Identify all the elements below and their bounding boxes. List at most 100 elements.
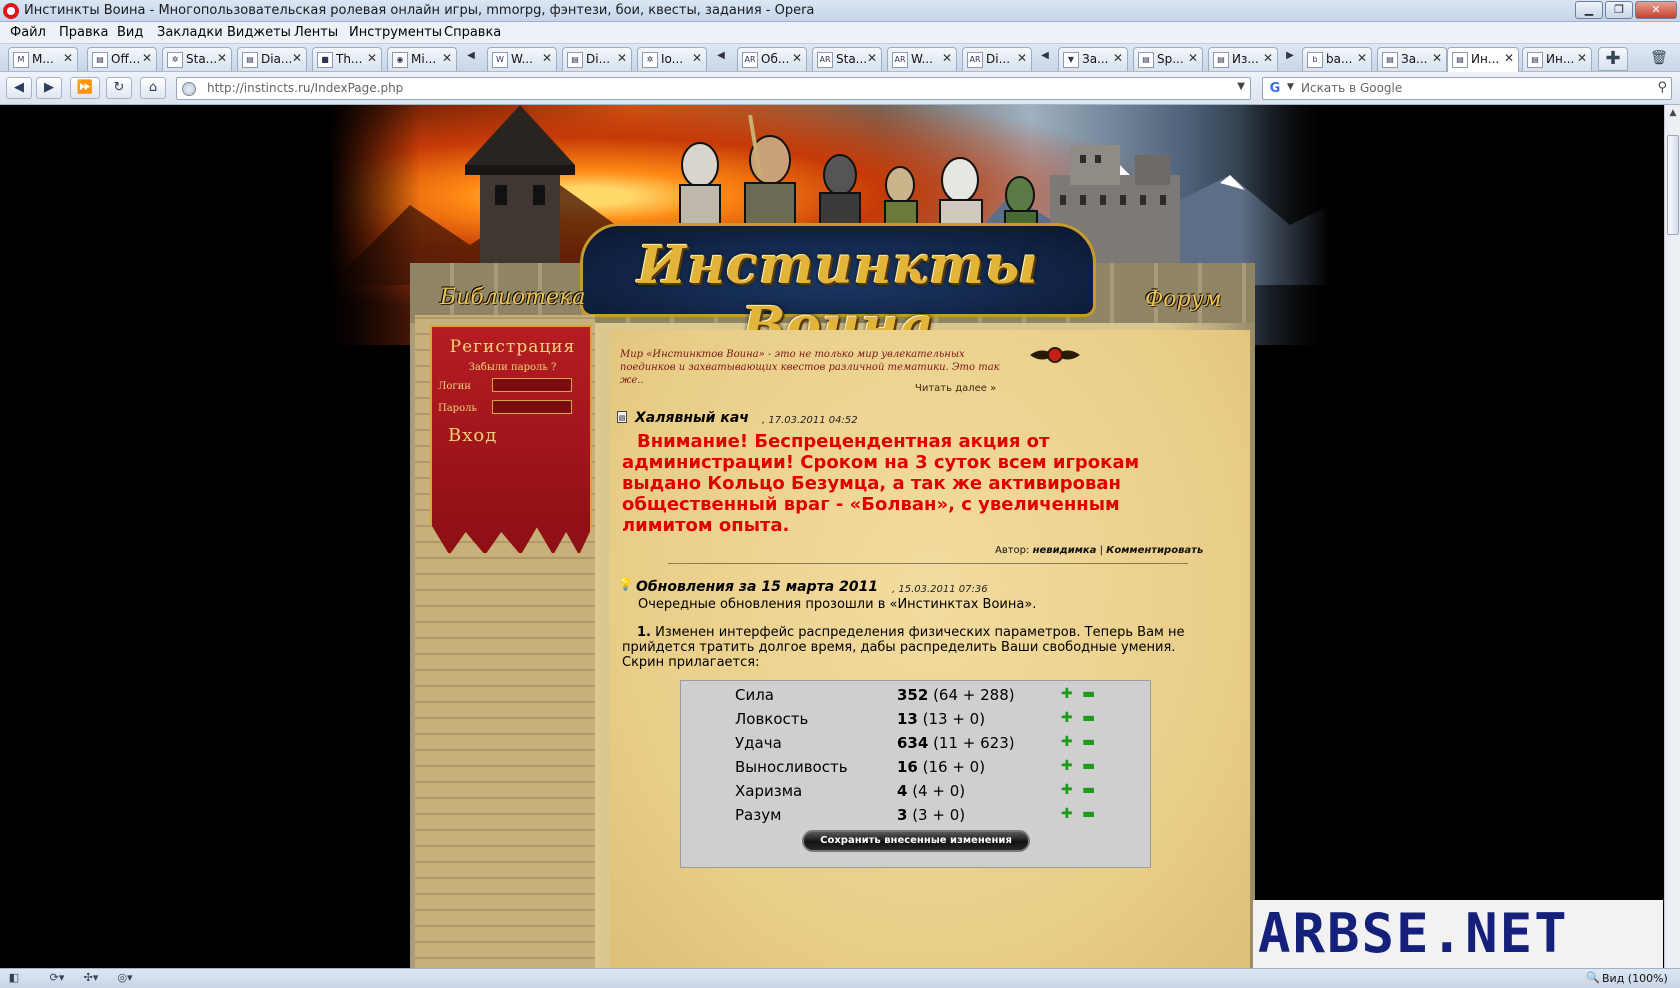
zoom-level[interactable]: Вид (100%)	[1602, 972, 1668, 985]
plus-icon[interactable]: ✚	[1061, 782, 1073, 798]
search-engine-dropdown-icon[interactable]: ▼	[1287, 82, 1294, 92]
minus-icon[interactable]: ▬	[1082, 734, 1095, 750]
save-stats-button[interactable]: Сохранить внесенные изменения	[802, 830, 1030, 852]
scrollbar-thumb[interactable]	[1667, 135, 1679, 235]
fast-forward-button[interactable]: ⏩	[70, 77, 100, 99]
tab[interactable]: b ba... ✕	[1302, 47, 1372, 71]
tab[interactable]: ■ Th... ✕	[312, 47, 382, 71]
news-title[interactable]: Халявный кач	[635, 410, 749, 426]
tab-close-icon[interactable]: ✕	[142, 51, 152, 65]
minimize-button[interactable]: ▁	[1575, 1, 1603, 19]
tab[interactable]: W W... ✕	[487, 47, 557, 71]
tab-close-icon[interactable]: ✕	[1263, 51, 1273, 65]
url-dropdown-icon[interactable]: ▼	[1237, 81, 1245, 92]
search-icon[interactable]: ⚲	[1657, 80, 1667, 95]
read-more-link[interactable]: Читать далее »	[915, 383, 996, 394]
tab-close-icon[interactable]: ✕	[692, 51, 702, 65]
tab-close-icon[interactable]: ✕	[942, 51, 952, 65]
tab-close-icon[interactable]: ✕	[292, 51, 302, 65]
vertical-scrollbar[interactable]: ▲	[1664, 105, 1680, 968]
tab-close-icon[interactable]: ✕	[367, 51, 377, 65]
tab[interactable]: ▤ Di... ✕	[562, 47, 632, 71]
menu-tools[interactable]: Инструменты	[349, 25, 442, 40]
password-input[interactable]	[492, 400, 572, 414]
tab[interactable]: ✲ Sta... ✕	[162, 47, 232, 71]
tab[interactable]: AR Di... ✕	[962, 47, 1032, 71]
plus-icon[interactable]: ✚	[1061, 734, 1073, 750]
nav-library-link[interactable]: Библиотека	[440, 285, 585, 310]
tab[interactable]: ▼ За... ✕	[1058, 47, 1128, 71]
tab-close-icon[interactable]: ✕	[442, 51, 452, 65]
search-input[interactable]: G ▼ Искать в Google ⚲	[1262, 77, 1672, 100]
register-link[interactable]: Регистрация	[440, 337, 585, 357]
minus-icon[interactable]: ▬	[1082, 806, 1095, 822]
tab-close-icon[interactable]: ✕	[617, 51, 627, 65]
tab-active[interactable]: ▤ Ин... ✕	[1447, 47, 1519, 72]
tab-close-icon[interactable]: ✕	[1357, 51, 1367, 65]
tab[interactable]: ▤ За... ✕	[1377, 47, 1447, 71]
tab[interactable]: ▤ Sp... ✕	[1133, 47, 1203, 71]
tab-close-icon[interactable]: ✕	[1504, 51, 1514, 65]
maximize-button[interactable]: ❐	[1605, 1, 1633, 19]
plus-icon[interactable]: ✚	[1061, 710, 1073, 726]
minus-icon[interactable]: ▬	[1082, 686, 1095, 702]
tab[interactable]: AR Об... ✕	[737, 47, 807, 71]
tab[interactable]: ◉ Mi... ✕	[387, 47, 457, 71]
plus-icon[interactable]: ✚	[1061, 686, 1073, 702]
tab-scroll-left-icon[interactable]: ◀	[1040, 50, 1050, 68]
back-button[interactable]: ◀	[6, 77, 32, 99]
tab-close-icon[interactable]: ✕	[1017, 51, 1027, 65]
close-window-button[interactable]: ✕	[1635, 1, 1677, 19]
menu-widgets[interactable]: Виджеты	[227, 25, 291, 40]
google-icon[interactable]: G	[1267, 81, 1283, 97]
tab[interactable]: AR Sta... ✕	[812, 47, 882, 71]
sync-icon[interactable]: ⟳▾	[44, 971, 70, 986]
reload-button[interactable]: ↻	[106, 77, 132, 99]
turbo-icon[interactable]: ◎▾	[112, 971, 138, 986]
trash-icon[interactable]: 🗑	[1650, 50, 1668, 68]
site-logo[interactable]: Инстинкты Воина	[598, 235, 1078, 357]
forward-button[interactable]: ▶	[36, 77, 62, 99]
tab-close-icon[interactable]: ✕	[867, 51, 877, 65]
panel-toggle-icon[interactable]: ◧	[6, 971, 22, 986]
tab[interactable]: AR W... ✕	[887, 47, 957, 71]
tab-close-icon[interactable]: ✕	[542, 51, 552, 65]
menu-help[interactable]: Справка	[444, 25, 501, 40]
tab[interactable]: ▤ Ин... ✕	[1522, 47, 1592, 71]
tab-close-icon[interactable]: ✕	[792, 51, 802, 65]
url-input[interactable]: http://instincts.ru/IndexPage.php ▼	[176, 77, 1251, 100]
forgot-password-link[interactable]: Забыли пароль ?	[440, 362, 585, 373]
tab-scroll-left-icon[interactable]: ◀	[466, 50, 476, 68]
author-link[interactable]: невидимка	[1033, 545, 1097, 556]
menu-file[interactable]: Файл	[10, 25, 46, 40]
tab-close-icon[interactable]: ✕	[1188, 51, 1198, 65]
tab-close-icon[interactable]: ✕	[1577, 51, 1587, 65]
tab-scroll-right-icon[interactable]: ◀	[716, 50, 726, 68]
tab-close-icon[interactable]: ✕	[1113, 51, 1123, 65]
menu-bookmarks[interactable]: Закладки	[157, 25, 223, 40]
home-button[interactable]: ⌂	[140, 77, 166, 99]
tab[interactable]: ✲ Io... ✕	[637, 47, 707, 71]
login-input[interactable]	[492, 378, 572, 392]
tab-close-icon[interactable]: ✕	[1432, 51, 1442, 65]
minus-icon[interactable]: ▬	[1082, 782, 1095, 798]
comment-link[interactable]: Комментировать	[1106, 545, 1203, 556]
tab[interactable]: M M... ✕	[8, 47, 78, 71]
tab[interactable]: ▤ Dia... ✕	[237, 47, 307, 71]
minus-icon[interactable]: ▬	[1082, 758, 1095, 774]
minus-icon[interactable]: ▬	[1082, 710, 1095, 726]
tab-close-icon[interactable]: ✕	[217, 51, 227, 65]
news-title[interactable]: Обновления за 15 марта 2011	[636, 579, 878, 595]
menu-edit[interactable]: Правка	[59, 25, 108, 40]
plus-icon[interactable]: ✚	[1061, 758, 1073, 774]
tab-close-icon[interactable]: ✕	[63, 51, 73, 65]
tab[interactable]: ▤ Off... ✕	[87, 47, 157, 71]
menu-feeds[interactable]: Ленты	[294, 25, 338, 40]
new-tab-button[interactable]: ✚	[1598, 47, 1628, 71]
scroll-up-icon[interactable]: ▲	[1665, 105, 1680, 121]
plus-icon[interactable]: ✚	[1061, 806, 1073, 822]
nav-forum-link[interactable]: Форум	[1145, 287, 1222, 312]
tab[interactable]: ▤ Из... ✕	[1208, 47, 1278, 71]
tab-scroll-right-icon[interactable]: ▶	[1285, 50, 1295, 68]
login-button[interactable]: Вход	[448, 425, 497, 446]
